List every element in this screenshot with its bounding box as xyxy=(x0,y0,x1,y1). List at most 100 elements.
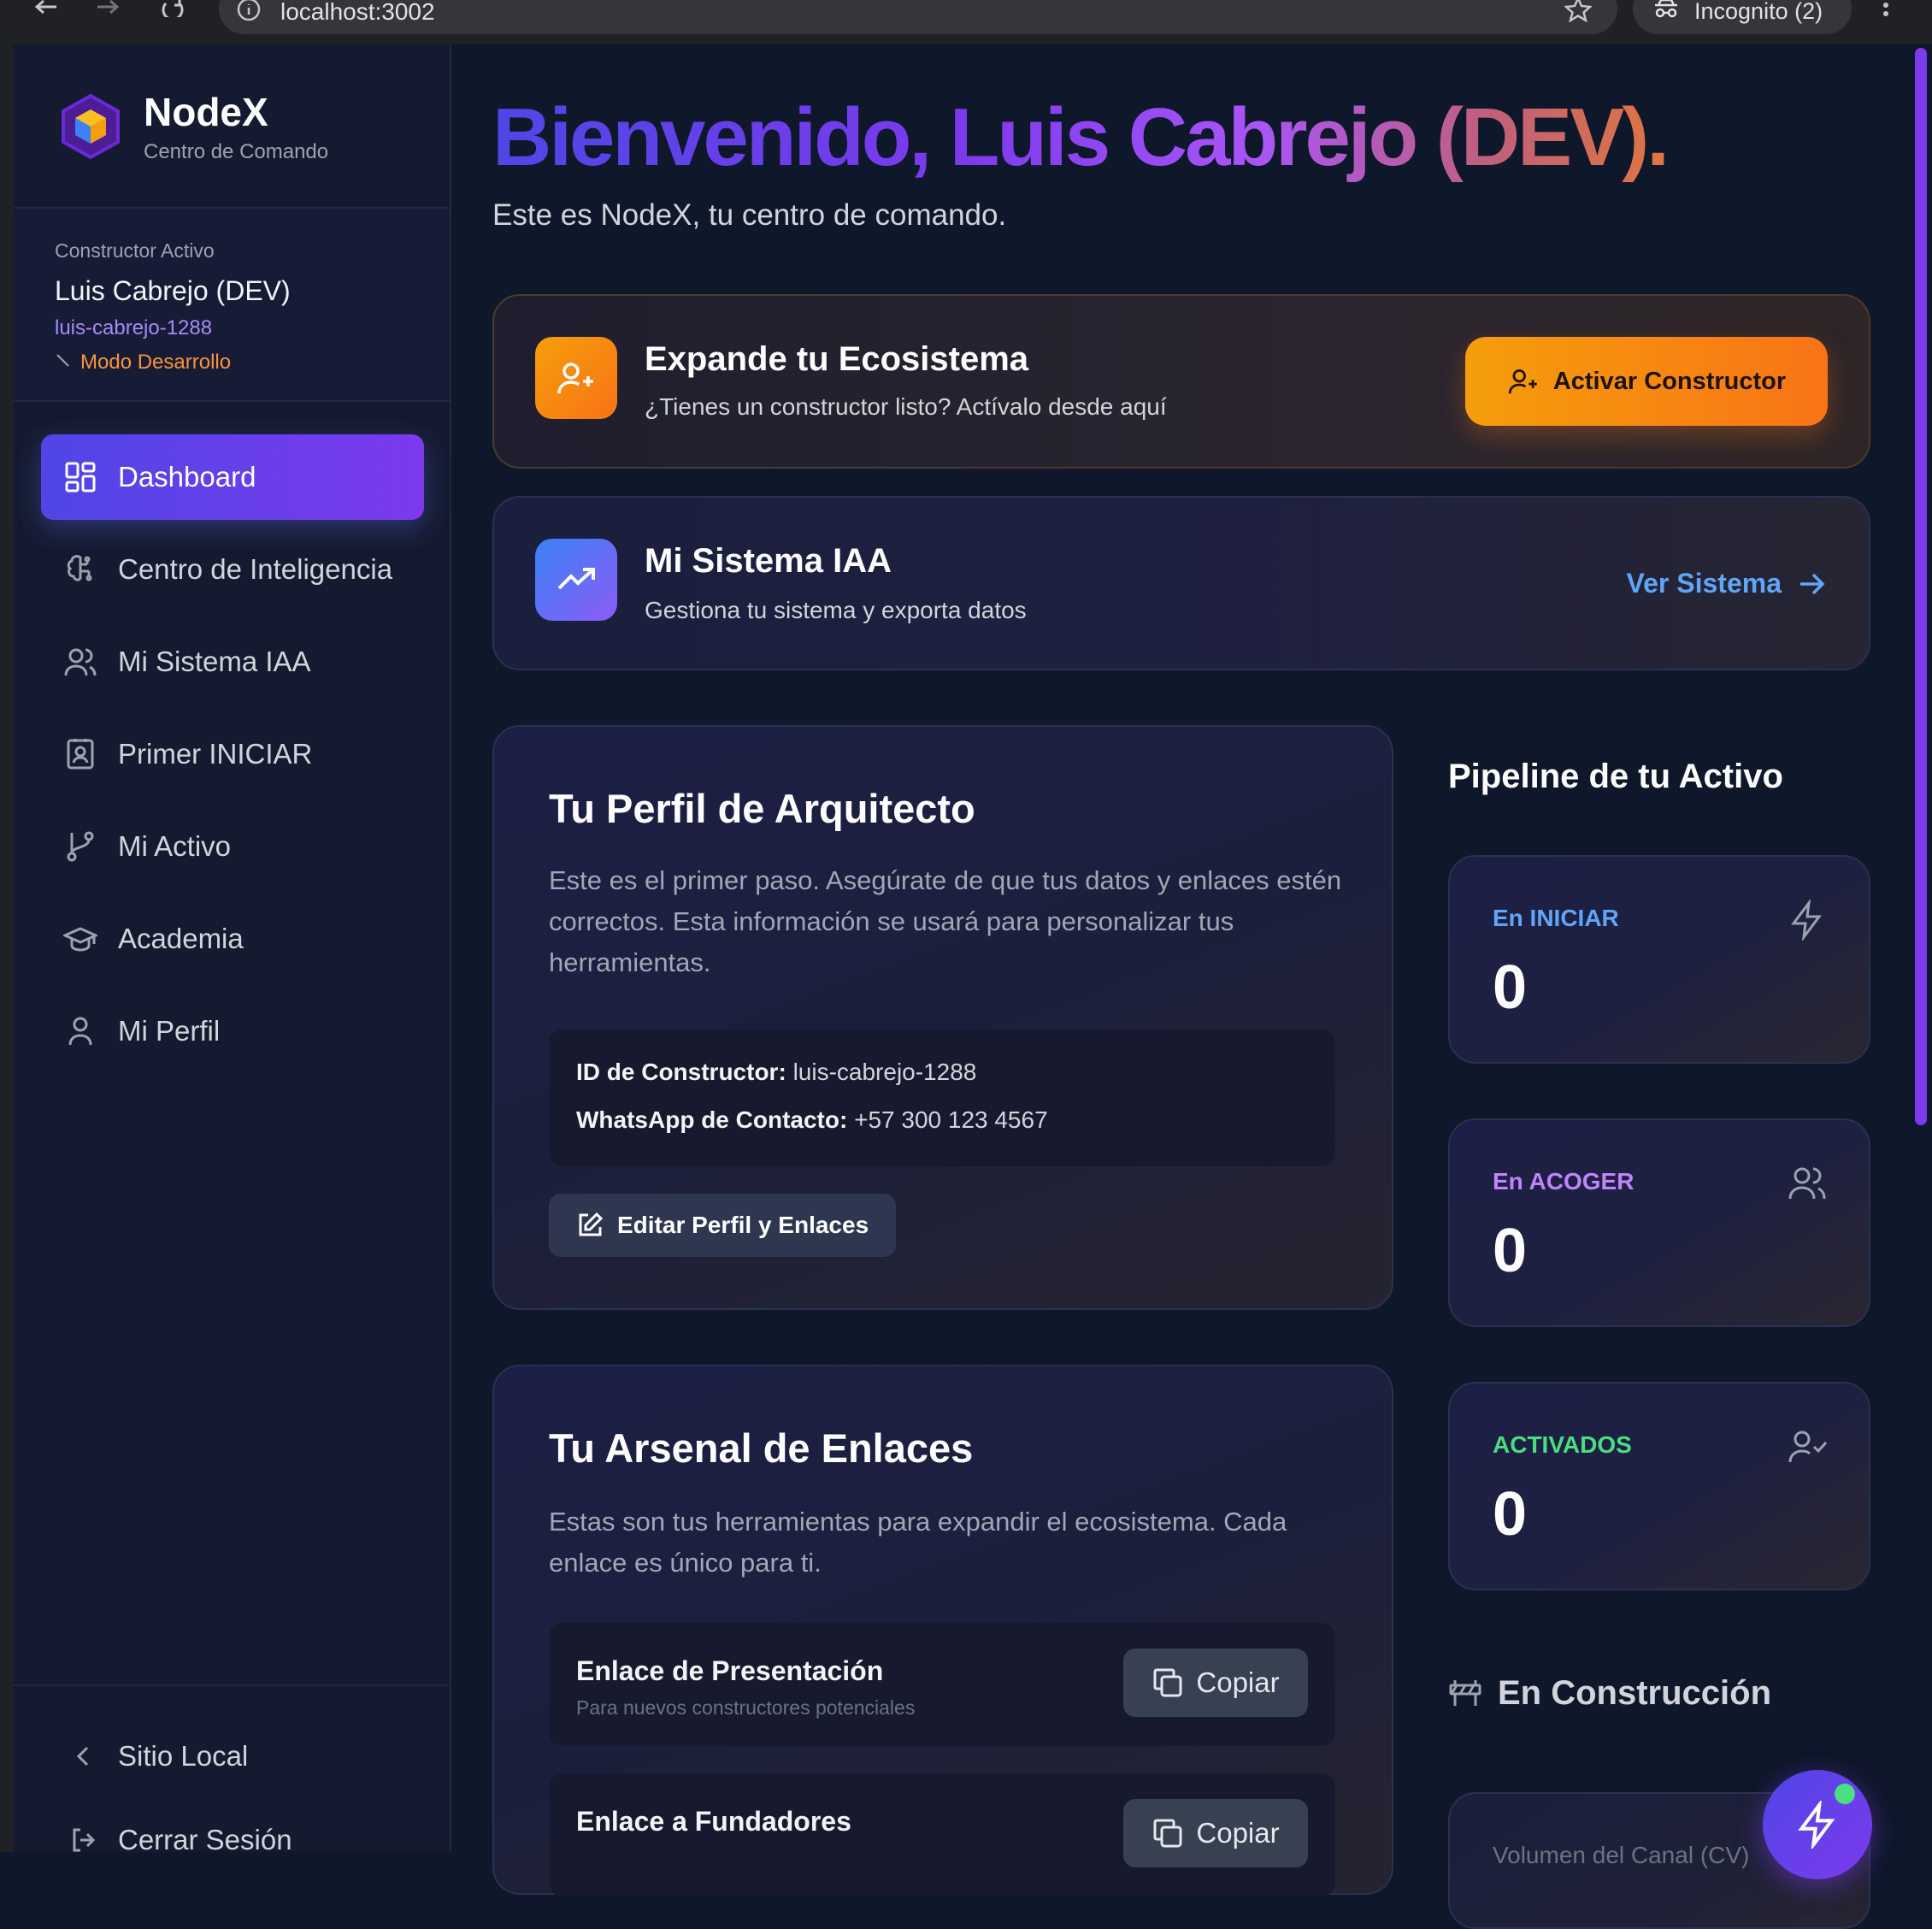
arrow-right-icon xyxy=(1800,573,1825,594)
sidebar-item-label: Mi Sistema IAA xyxy=(118,646,311,677)
scrollbar[interactable] xyxy=(1911,44,1932,1852)
wrench-icon xyxy=(55,352,75,373)
brain-icon xyxy=(63,552,97,587)
sidebar-item-mi-sistema-iaa[interactable]: Mi Sistema IAA xyxy=(41,619,424,705)
sidebar-item-mi-perfil[interactable]: Mi Perfil xyxy=(41,988,424,1074)
sidebar-item-label: Cerrar Sesión xyxy=(118,1824,292,1855)
whatsapp-value: +57 300 123 4567 xyxy=(854,1106,1048,1133)
stat-card-activados[interactable]: ACTIVADOS 0 xyxy=(1448,1382,1870,1590)
sidebar-item-academia[interactable]: Academia xyxy=(41,896,424,982)
stat-card-acoger[interactable]: En ACOGER 0 xyxy=(1448,1118,1870,1327)
info-icon[interactable] xyxy=(236,0,262,22)
browser-toolbar: localhost:3002 Incognito (2) xyxy=(0,0,1932,44)
sidebar-item-label: Primer INICIAR xyxy=(118,738,313,770)
sidebar-item-dashboard[interactable]: Dashboard xyxy=(41,434,424,520)
cube-logo-icon[interactable] xyxy=(60,92,121,161)
browser-menu-icon[interactable] xyxy=(1881,0,1891,21)
sidebar-item-primer-iniciar[interactable]: Primer INICIAR xyxy=(41,711,424,797)
reload-icon[interactable] xyxy=(161,0,195,21)
link-title: Enlace de Presentación xyxy=(576,1655,884,1686)
dev-mode-badge: Modo Desarrollo xyxy=(55,351,231,375)
stat-label: ACTIVADOS xyxy=(1493,1431,1632,1458)
user-icon xyxy=(63,1014,97,1048)
user-check-icon xyxy=(1787,1426,1828,1467)
user-plus-icon xyxy=(535,337,617,419)
brand-header: NodeX Centro de Comando xyxy=(14,44,450,209)
active-builder-name: Luis Cabrejo (DEV) xyxy=(55,275,291,306)
url-text: localhost:3002 xyxy=(280,0,435,25)
graduation-cap-icon xyxy=(63,922,97,956)
view-system-link[interactable]: Ver Sistema xyxy=(1627,568,1826,599)
builder-id-row: ID de Constructor: luis-cabrejo-1288 xyxy=(576,1059,976,1086)
address-bar[interactable]: localhost:3002 xyxy=(219,0,1617,34)
stat-value: 0 xyxy=(1493,953,1528,1022)
edit-icon xyxy=(579,1212,604,1236)
dev-mode-label: Modo Desarrollo xyxy=(80,351,232,374)
active-builder-label: Constructor Activo xyxy=(55,239,215,262)
iaa-system-card[interactable]: Mi Sistema IAA Gestiona tu sistema y exp… xyxy=(492,496,1870,670)
stat-value: 0 xyxy=(1493,1480,1528,1549)
iaa-subtitle: Gestiona tu sistema y exporta datos xyxy=(645,597,1027,623)
stat-label: En INICIAR xyxy=(1493,905,1619,931)
forward-icon[interactable] xyxy=(96,0,130,21)
link-subtitle: Para nuevos constructores potenciales xyxy=(576,1696,916,1719)
scrollbar-thumb[interactable] xyxy=(1915,48,1927,1125)
user-plus-icon xyxy=(1508,369,1537,394)
link-row-presentacion: Enlace de Presentación Para nuevos const… xyxy=(549,1623,1335,1746)
copy-button[interactable]: Copiar xyxy=(1123,1799,1308,1867)
copy-icon xyxy=(1153,1819,1182,1848)
stat-card-iniciar[interactable]: En INICIAR 0 xyxy=(1448,855,1870,1064)
link-title: Enlace a Fundadores xyxy=(576,1806,851,1837)
builder-id-value: luis-cabrejo-1288 xyxy=(792,1059,977,1085)
links-arsenal-card: Tu Arsenal de Enlaces Estas son tus herr… xyxy=(492,1365,1393,1897)
link-row-fundadores: Enlace a Fundadores Copiar xyxy=(549,1773,1335,1897)
stat-value: 0 xyxy=(1493,1217,1528,1285)
sidebar-item-label: Mi Activo xyxy=(118,830,232,862)
incognito-label: Incognito (2) xyxy=(1694,0,1823,24)
edit-profile-label: Editar Perfil y Enlaces xyxy=(617,1212,869,1238)
pipeline-title: Pipeline de tu Activo xyxy=(1448,758,1783,795)
bookmark-star-icon[interactable] xyxy=(1564,0,1592,22)
active-builder-panel: Constructor Activo Luis Cabrejo (DEV) lu… xyxy=(14,209,450,402)
ecosystem-title: Expande tu Ecosistema xyxy=(645,340,1029,378)
logout-icon xyxy=(70,1826,97,1854)
copy-button[interactable]: Copiar xyxy=(1123,1649,1308,1717)
browser-edge xyxy=(0,44,14,1852)
git-branch-icon xyxy=(63,829,97,864)
sidebar-menu: Dashboard Centro de Inteligencia Mi Sist… xyxy=(41,434,424,1081)
profile-title: Tu Perfil de Arquitecto xyxy=(549,786,975,831)
sidebar-item-sitio-local[interactable]: Sitio Local xyxy=(41,1722,424,1790)
page-title: Bienvenido, Luis Cabrejo (DEV). xyxy=(492,91,1670,183)
profile-info-box: ID de Constructor: luis-cabrejo-1288 Wha… xyxy=(549,1029,1335,1166)
arsenal-description: Estas son tus herramientas para expandir… xyxy=(549,1507,1287,1578)
logout-button[interactable]: Cerrar Sesión xyxy=(41,1806,424,1874)
main-content: Bienvenido, Luis Cabrejo (DEV). Este es … xyxy=(453,44,1906,1929)
sidebar-item-mi-activo[interactable]: Mi Activo xyxy=(41,804,424,889)
ecosystem-card: Expande tu Ecosistema ¿Tienes un constru… xyxy=(492,294,1870,469)
sidebar-item-label: Sitio Local xyxy=(118,1740,249,1772)
quick-action-button[interactable] xyxy=(1763,1770,1872,1879)
sidebar-item-label: Academia xyxy=(118,923,244,954)
grid-icon xyxy=(63,460,97,494)
sidebar: NodeX Centro de Comando Constructor Acti… xyxy=(14,44,451,1855)
activate-builder-label: Activar Constructor xyxy=(1552,367,1787,395)
edit-profile-button[interactable]: Editar Perfil y Enlaces xyxy=(549,1194,896,1257)
construction-icon xyxy=(1449,1679,1481,1706)
view-system-label: Ver Sistema xyxy=(1626,568,1782,599)
page-subtitle: Este es NodeX, tu centro de comando. xyxy=(492,198,1007,232)
builder-id-label: ID de Constructor: xyxy=(576,1059,786,1085)
users-icon xyxy=(1787,1163,1828,1204)
zap-icon xyxy=(1798,1801,1835,1849)
volume-label: Volumen del Canal (CV) xyxy=(1493,1842,1750,1868)
sidebar-item-label: Dashboard xyxy=(118,461,256,493)
back-icon[interactable] xyxy=(34,0,68,21)
activate-builder-button[interactable]: Activar Constructor xyxy=(1465,337,1828,426)
brand-name[interactable]: NodeX xyxy=(144,89,268,135)
sidebar-item-label: Centro de Inteligencia xyxy=(118,553,393,585)
incognito-icon xyxy=(1653,0,1679,19)
incognito-badge[interactable]: Incognito (2) xyxy=(1633,0,1852,34)
stat-label: En ACOGER xyxy=(1493,1168,1635,1195)
contact-icon xyxy=(63,737,97,771)
copy-label: Copiar xyxy=(1196,1817,1280,1849)
sidebar-item-intelligence[interactable]: Centro de Inteligencia xyxy=(41,527,424,612)
